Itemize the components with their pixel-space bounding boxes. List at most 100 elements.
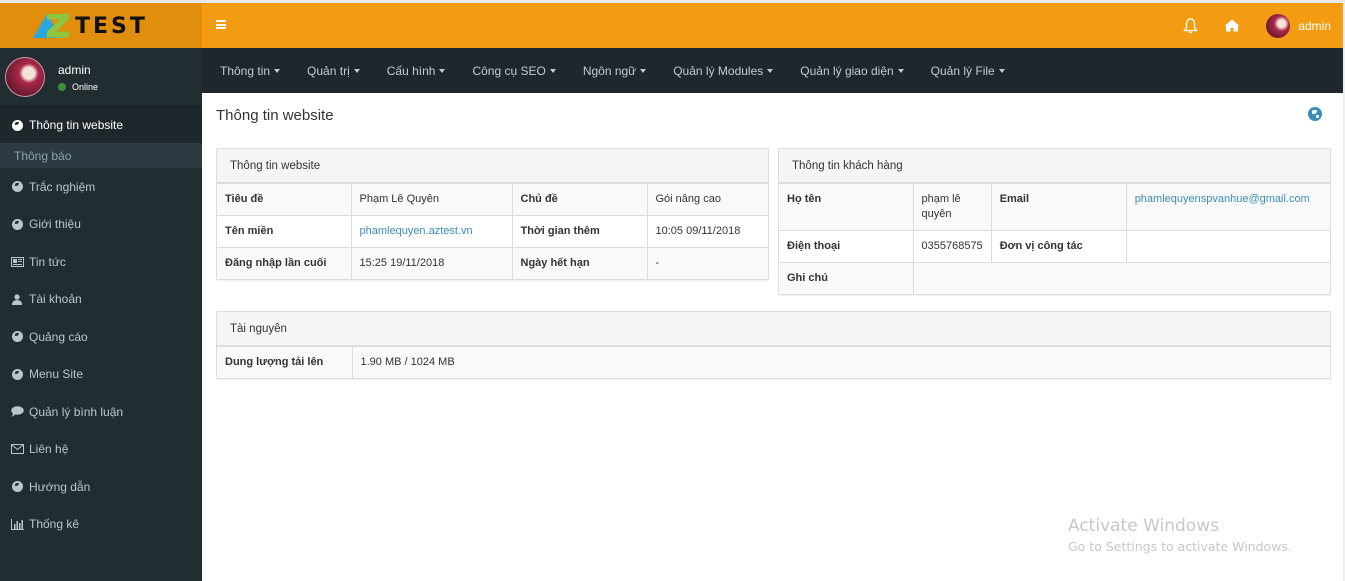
- top-header: admin: [202, 3, 1345, 48]
- label-cell: Đơn vị công tác: [991, 230, 1127, 263]
- table-row: Họ tên phạm lê quyên Email phamlequyensp…: [779, 184, 1330, 231]
- panel-heading: Tài nguyên: [217, 312, 1330, 347]
- user-icon: [10, 294, 24, 305]
- domain-link[interactable]: phamlequyen.aztest.vn: [360, 225, 473, 237]
- label-cell: Email: [991, 184, 1127, 231]
- sidebar-item-news[interactable]: Tin tức: [0, 243, 202, 281]
- user-status: Online: [58, 82, 98, 92]
- nav-seo-tools[interactable]: Công cụ SEO: [472, 63, 556, 78]
- label-cell: Đăng nhập lần cuối: [217, 247, 352, 279]
- sidebar-item-contact[interactable]: Liên hệ: [0, 431, 202, 469]
- caret-down-icon: [353, 68, 360, 73]
- nav-label: Quản lý Modules: [673, 63, 764, 78]
- user-name: admin: [58, 63, 91, 77]
- nav-theme[interactable]: Quản lý giao diện: [800, 63, 904, 78]
- main-content: Thông tin website Thông tin website Tiêu…: [202, 93, 1345, 581]
- watermark-title: Activate Windows: [1068, 516, 1219, 536]
- caret-down-icon: [549, 68, 556, 73]
- customer-info-table: Họ tên phạm lê quyên Email phamlequyensp…: [779, 184, 1330, 294]
- nav-language[interactable]: Ngôn ngữ: [582, 63, 647, 78]
- value-cell: phamlequyen.aztest.vn: [351, 215, 513, 248]
- sidebar-item-guide[interactable]: Hướng dẫn: [0, 468, 202, 506]
- label-cell: Thời gian thêm: [512, 215, 648, 248]
- value-cell: Gói nâng cao: [647, 184, 768, 216]
- sidebar-subitem-label: Thông báo: [14, 148, 72, 163]
- home-icon[interactable]: [1224, 19, 1240, 32]
- nav-files[interactable]: Quản lý File: [931, 64, 1005, 78]
- resources-panel: Tài nguyên Dung lượng tải lên 1.90 MB / …: [216, 311, 1331, 379]
- sidebar-item-comments[interactable]: Quản lý bình luận: [0, 393, 202, 431]
- nav-modules[interactable]: Quản lý Modules: [673, 63, 774, 78]
- nav-label: Công cụ SEO: [472, 63, 546, 78]
- nav-label: Ngôn ngữ: [582, 63, 637, 78]
- label-cell: Tên miền: [217, 215, 352, 248]
- sidebar-item-menu-site[interactable]: Menu Site: [0, 356, 202, 394]
- sidebar-item-quiz[interactable]: Trắc nghiệm: [0, 168, 202, 206]
- bell-icon[interactable]: [1183, 17, 1199, 34]
- value-cell: Phạm Lê Quyên: [351, 184, 513, 216]
- newspaper-icon: [10, 256, 24, 267]
- value-cell: 0355768575: [913, 230, 992, 263]
- sidebar-item-label: Thống kê: [29, 517, 80, 532]
- globe-icon: [10, 218, 24, 230]
- logo[interactable]: TEST: [0, 3, 202, 48]
- table-row: Tên miền phamlequyen.aztest.vn Thời gian…: [217, 215, 768, 248]
- sidebar-item-label: Menu Site: [29, 367, 84, 382]
- nav-admin[interactable]: Quản trị: [307, 64, 360, 78]
- table-row: Điện thoại 0355768575 Đơn vị công tác: [779, 230, 1330, 263]
- globe-icon: [10, 331, 24, 343]
- email-link[interactable]: phamlequyenspvanhue@gmail.com: [1135, 193, 1310, 205]
- sidebar-item-account[interactable]: Tài khoản: [0, 281, 202, 319]
- label-cell: Dung lượng tải lên: [217, 347, 353, 378]
- sidebar-item-label: Thông tin website: [29, 118, 124, 132]
- nav-label: Cấu hình: [386, 63, 436, 78]
- label-cell: Ngày hết hạn: [512, 247, 648, 279]
- value-cell: 15:25 19/11/2018: [351, 247, 513, 279]
- avatar: [5, 57, 45, 97]
- status-text: Online: [72, 82, 99, 92]
- header-user-name: admin: [1298, 18, 1331, 33]
- value-cell: [913, 262, 1330, 294]
- value-cell: phạm lê quyên: [913, 184, 992, 231]
- sidebar-subitem-notifications[interactable]: Thông báo: [0, 143, 202, 168]
- sidebar-item-label: Giới thiệu: [29, 217, 81, 232]
- caret-down-icon: [439, 68, 446, 73]
- website-info-table: Tiêu đề Phạm Lê Quyên Chủ đề Gói nâng ca…: [217, 184, 768, 279]
- nav-info[interactable]: Thông tin: [220, 63, 281, 78]
- value-cell: [1126, 230, 1330, 263]
- main-nav: Thông tin Quản trị Cấu hình Công cụ SEO …: [202, 48, 1345, 93]
- panel-heading: Thông tin khách hàng: [779, 149, 1330, 184]
- caret-down-icon: [767, 68, 774, 73]
- nav-config[interactable]: Cấu hình: [387, 64, 446, 78]
- globe-icon: [10, 481, 24, 493]
- table-row: Tiêu đề Phạm Lê Quyên Chủ đề Gói nâng ca…: [217, 184, 768, 216]
- caret-down-icon: [640, 68, 647, 73]
- sidebar-item-website-info[interactable]: Thông tin website: [0, 107, 202, 143]
- avatar: [1266, 13, 1291, 38]
- sidebar-item-label: Tài khoản: [29, 292, 82, 307]
- sidebar-item-statistics[interactable]: Thống kê: [0, 506, 202, 544]
- nav-label: Thông tin: [220, 63, 271, 78]
- globe-icon[interactable]: [1308, 107, 1322, 121]
- caret-down-icon: [897, 68, 904, 73]
- aztest-logo: TEST: [33, 12, 169, 40]
- globe-icon: [10, 181, 24, 193]
- activate-windows-watermark: Activate Windows Go to Settings to activ…: [1068, 516, 1292, 554]
- label-cell: Tiêu đề: [217, 184, 352, 216]
- page-title: Thông tin website: [216, 107, 334, 124]
- sidebar-item-label: Hướng dẫn: [29, 479, 91, 494]
- website-info-panel: Thông tin website Tiêu đề Phạm Lê Quyên …: [216, 148, 769, 280]
- nav-label: Quản lý giao diện: [800, 63, 894, 78]
- label-cell: Họ tên: [779, 184, 914, 231]
- user-panel: admin Online: [0, 48, 202, 107]
- label-cell: Điện thoại: [779, 230, 914, 263]
- menu-toggle-icon[interactable]: [216, 20, 226, 29]
- nav-label: Quản trị: [307, 63, 350, 78]
- label-cell: Ghi chú: [779, 262, 914, 294]
- watermark-subtitle: Go to Settings to activate Windows.: [1068, 539, 1292, 554]
- user-menu[interactable]: admin: [1266, 13, 1331, 38]
- sidebar-item-about[interactable]: Giới thiệu: [0, 206, 202, 244]
- sidebar-item-ads[interactable]: Quảng cáo: [0, 318, 202, 356]
- label-cell: Chủ đề: [512, 184, 648, 216]
- nav-label: Quản lý File: [930, 63, 995, 78]
